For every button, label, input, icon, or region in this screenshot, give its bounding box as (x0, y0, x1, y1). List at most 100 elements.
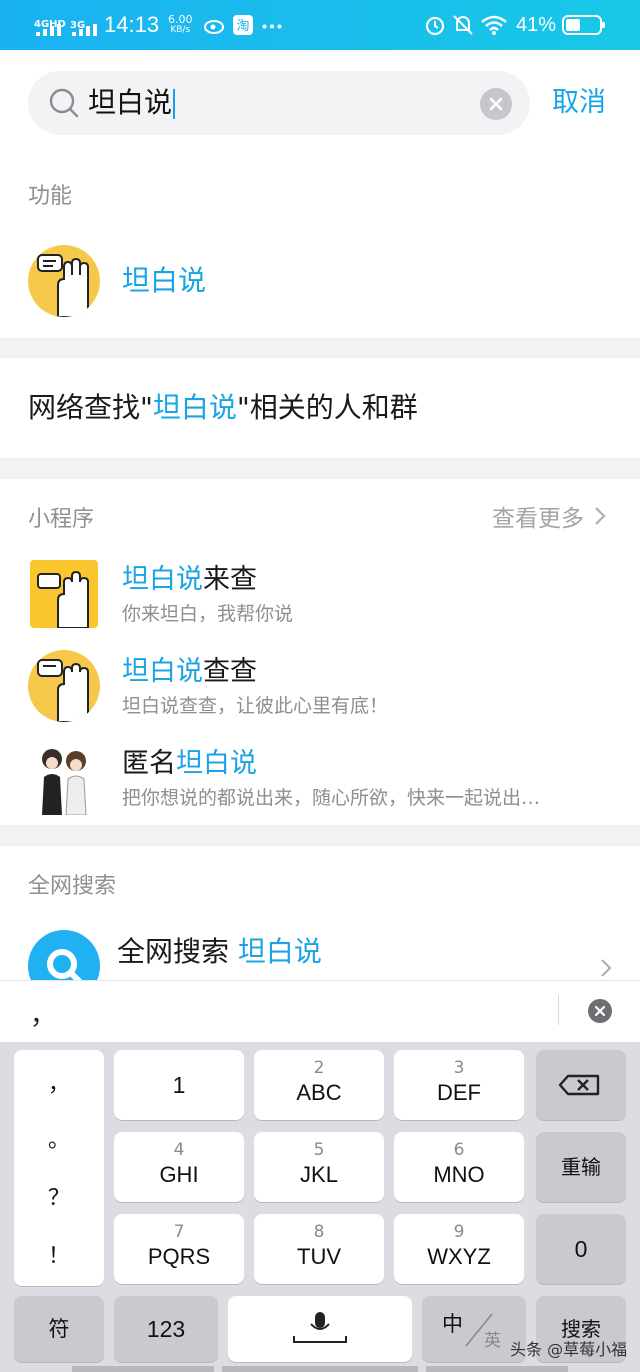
key-8-tuv[interactable]: 8 TUV (254, 1214, 384, 1284)
function-section-title: 功能 (28, 184, 73, 209)
alarm-icon (425, 16, 445, 36)
search-header: 坦白说 (0, 50, 640, 156)
lang-en-label: 英 (484, 1331, 501, 1351)
tanbaishuo-logo-icon (28, 245, 100, 317)
signal-icon-2 (72, 24, 97, 36)
symbol-key[interactable]: 符 (14, 1296, 104, 1362)
key-label: 1 (172, 1072, 186, 1098)
weibo-icon (204, 20, 224, 34)
space-key[interactable] (228, 1296, 412, 1362)
network-find-text: 网络查找"坦白说"相关的人和群 (28, 390, 418, 426)
key-letters: DEF (437, 1080, 481, 1105)
mini-program-desc: 坦白说查查，让彼此心里有底！ (122, 695, 389, 717)
battery-percent: 41% (516, 13, 557, 36)
chevron-right-icon (601, 959, 612, 977)
mini-program-item[interactable]: 匿名坦白说 把你想说的都说出来，随心所欲，快来一起说出… (0, 729, 640, 819)
search-query-text: 坦白说 (88, 86, 173, 119)
battery-icon (562, 15, 605, 35)
svg-text:淘: 淘 (236, 19, 249, 34)
backspace-icon (558, 1074, 600, 1096)
key-letters: TUV (297, 1244, 341, 1269)
key-4-ghi[interactable]: 4 GHI (114, 1132, 244, 1202)
key-7-pqrs[interactable]: 7 PQRS (114, 1214, 244, 1284)
reenter-key[interactable]: 重输 (536, 1132, 626, 1202)
punct-key-period[interactable]: 。 (14, 1122, 104, 1154)
key-6-mno[interactable]: 6 MNO (394, 1132, 524, 1202)
punctuation-column: ， 。 ？ ！ (14, 1050, 104, 1286)
mute-icon (453, 15, 473, 35)
cancel-button[interactable]: 取消 (552, 50, 606, 156)
title-rest: 查查 (203, 656, 257, 687)
key-5-jkl[interactable]: 5 JKL (254, 1132, 384, 1202)
key-2-abc[interactable]: 2 ABC (254, 1050, 384, 1120)
network-speed: 6.00 KB/s (168, 0, 193, 50)
key-9-wxyz[interactable]: 9 WXYZ (394, 1214, 524, 1284)
more-dots-icon (262, 24, 282, 29)
title-highlight: 坦白说 (122, 564, 203, 595)
key-number: 8 (313, 1222, 325, 1242)
tanbaishuo-laicha-icon (30, 560, 98, 628)
mini-program-title: 匿名坦白说 (122, 747, 257, 781)
mini-program-item[interactable]: 坦白说查查 坦白说查查，让彼此心里有底！ (0, 637, 640, 727)
mini-programs-title: 小程序 (28, 507, 95, 532)
punct-key-comma[interactable]: ， (14, 1066, 104, 1098)
title-highlight: 坦白说 (176, 748, 257, 779)
clear-search-button[interactable] (480, 88, 512, 120)
key-letters: MNO (433, 1162, 485, 1187)
key-letters: JKL (300, 1162, 338, 1187)
key-letters: WXYZ (427, 1244, 491, 1269)
chevron-right-icon (595, 507, 606, 525)
key-0[interactable]: 0 (536, 1214, 626, 1284)
status-bar: 4GHD 3G 14:13 6.00 KB/s 淘 41% (0, 0, 640, 50)
candidate-divider (558, 995, 559, 1025)
search-input[interactable]: 坦白说 (28, 71, 530, 135)
function-section: 功能 坦白说 (0, 156, 640, 338)
view-more-link[interactable]: 查看更多 (492, 499, 610, 533)
nav-indicator (72, 1366, 214, 1372)
key-number: 9 (453, 1222, 465, 1242)
key-letters: GHI (159, 1162, 199, 1187)
speed-value: 6.00 (168, 13, 193, 26)
nav-indicator (222, 1366, 418, 1372)
candidate-close-button[interactable] (588, 999, 612, 1023)
function-item-label: 坦白说 (122, 264, 207, 297)
web-search-section: 全网搜索 全网搜索 坦白说 (0, 846, 640, 1002)
title-rest: 来查 (203, 564, 257, 595)
web-search-label: 全网搜索 坦白说 (117, 934, 322, 970)
web-search-query: 坦白说 (237, 935, 322, 968)
search-icon (49, 88, 79, 118)
key-number: 5 (313, 1140, 325, 1160)
backspace-key[interactable] (536, 1050, 626, 1120)
taobao-icon: 淘 (233, 15, 253, 35)
key-number: 7 (173, 1222, 185, 1242)
web-search-title: 全网搜索 (28, 874, 117, 899)
title-prefix: 匿名 (122, 748, 176, 779)
wifi-icon (481, 15, 507, 35)
mini-program-title: 坦白说查查 (122, 655, 257, 689)
mini-program-desc: 你来坦白，我帮你说 (122, 603, 294, 625)
ime-candidate-bar: ， (0, 980, 640, 1042)
speed-unit: KB/s (170, 25, 191, 35)
candidate-text[interactable]: ， (30, 995, 56, 1032)
punct-key-exclaim[interactable]: ！ (14, 1238, 104, 1270)
tanbaishuo-chacha-icon (28, 650, 100, 722)
network-find-row[interactable]: 网络查找"坦白说"相关的人和群 (0, 358, 640, 458)
punct-key-question[interactable]: ？ (14, 1180, 104, 1212)
key-label: 123 (146, 1316, 186, 1342)
key-number: 3 (453, 1058, 465, 1078)
key-label: 0 (574, 1236, 588, 1262)
mini-program-item[interactable]: 坦白说来查 你来坦白，我帮你说 (0, 545, 640, 635)
network-find-prefix: 网络查找" (28, 391, 153, 424)
key-number: 6 (453, 1140, 465, 1160)
text-caret (173, 89, 176, 119)
web-search-label-text: 全网搜索 (117, 935, 230, 968)
key-1[interactable]: 1 (114, 1050, 244, 1120)
view-more-label: 查看更多 (492, 506, 584, 532)
key-3-def[interactable]: 3 DEF (394, 1050, 524, 1120)
numeric-key[interactable]: 123 (114, 1296, 218, 1362)
lang-cn-label: 中 (442, 1312, 463, 1336)
network-find-highlight: 坦白说 (152, 391, 237, 424)
mini-programs-section: 小程序 查看更多 坦白说来查 你来坦白，我帮你说 坦白说查查 坦白说查查，让彼此… (0, 479, 640, 825)
close-icon (489, 97, 503, 111)
mini-program-desc: 把你想说的都说出来，随心所欲，快来一起说出… (122, 787, 541, 809)
